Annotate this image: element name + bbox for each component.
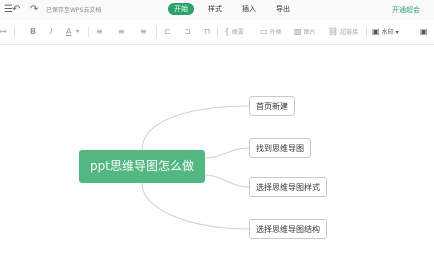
italic-icon[interactable]: I bbox=[50, 27, 52, 37]
image-label: 图片 bbox=[303, 29, 316, 36]
outline-label: 外框 bbox=[269, 29, 282, 36]
tab-style[interactable]: 样式 bbox=[202, 3, 228, 15]
connector-line bbox=[141, 105, 250, 151]
summary-icon: ⦃ bbox=[224, 27, 230, 36]
watermark-label: 水印 bbox=[381, 29, 394, 36]
connector-lines bbox=[141, 105, 250, 230]
more-icon[interactable]: ▣ bbox=[420, 27, 428, 37]
branch-topic[interactable]: 找到思维导图 bbox=[249, 138, 311, 158]
upgrade-link[interactable]: 开通超会 bbox=[392, 5, 420, 15]
branch-topic[interactable]: 选择思维导图样式 bbox=[249, 177, 327, 197]
link-icon: ⛓ bbox=[328, 27, 339, 36]
hyperlink-button[interactable]: ⛓ 超链接 bbox=[328, 27, 358, 38]
indent-icon[interactable]: ↦ bbox=[0, 27, 7, 37]
tab-export[interactable]: 导出 bbox=[270, 3, 296, 15]
summary-label: 概要 bbox=[231, 29, 244, 36]
tab-insert[interactable]: 插入 bbox=[236, 3, 262, 15]
tab-start[interactable]: 开始 bbox=[168, 3, 194, 15]
outline-icon: ▭ bbox=[260, 27, 268, 36]
font-color-icon[interactable]: A bbox=[66, 27, 71, 37]
watermark-icon: ▣ bbox=[372, 27, 380, 36]
title-bar: ☰ ↶ ↷ 已保存至WPS云文档 开始 样式 插入 导出 开通超会 bbox=[0, 0, 434, 20]
chevron-down-icon[interactable]: ▾ bbox=[76, 27, 79, 37]
mindmap-canvas[interactable]: ppt思维导图怎么做 首页新建 找到思维导图 选择思维导图样式 选择思维导图结构 bbox=[0, 45, 434, 263]
connector-line bbox=[141, 182, 250, 230]
insert-child-icon[interactable]: ⊏ bbox=[164, 27, 171, 37]
outline-button[interactable]: ▭ 外框 bbox=[260, 27, 282, 38]
insert-sibling-icon[interactable]: ⊐ bbox=[184, 27, 191, 37]
branch-topic[interactable]: 选择思维导图结构 bbox=[249, 219, 327, 239]
toolbar-divider bbox=[14, 27, 15, 37]
chevron-down-icon: ▾ bbox=[395, 29, 399, 36]
save-status: 已保存至WPS云文档 bbox=[46, 7, 102, 14]
toolbar-divider bbox=[366, 27, 367, 37]
bold-icon[interactable]: B bbox=[30, 27, 36, 37]
toolbar-divider bbox=[156, 27, 157, 37]
image-button[interactable]: ▨ 图片 bbox=[294, 27, 316, 38]
insert-parent-icon[interactable]: ⊓ bbox=[204, 27, 210, 37]
redo-icon[interactable]: ↷ bbox=[30, 5, 38, 15]
root-topic[interactable]: ppt思维导图怎么做 bbox=[79, 150, 205, 183]
watermark-button[interactable]: ▣ 水印 ▾ bbox=[372, 27, 399, 38]
formatting-toolbar: ↦ B I A ▾ ≡ ≡ ≡ ⊏ ⊐ ⊓ ⦃ 概要 ▭ 外框 ▨ 图片 ⛓ 超链接 ▣… bbox=[0, 20, 434, 45]
align-center-icon[interactable]: ≡ bbox=[118, 27, 125, 37]
undo-icon[interactable]: ↶ bbox=[12, 5, 20, 15]
toolbar-divider bbox=[217, 27, 218, 37]
align-right-icon[interactable]: ≡ bbox=[140, 27, 147, 37]
align-left-icon[interactable]: ≡ bbox=[96, 27, 103, 37]
connector-line bbox=[204, 147, 250, 159]
image-icon: ▨ bbox=[294, 27, 302, 36]
summary-button[interactable]: ⦃ 概要 bbox=[224, 27, 244, 38]
connector-line bbox=[204, 174, 250, 188]
branch-topic[interactable]: 首页新建 bbox=[249, 96, 295, 116]
ribbon-tabs: 开始 样式 插入 导出 bbox=[168, 3, 296, 15]
hyperlink-label: 超链接 bbox=[340, 29, 359, 36]
toolbar-divider bbox=[88, 27, 89, 37]
